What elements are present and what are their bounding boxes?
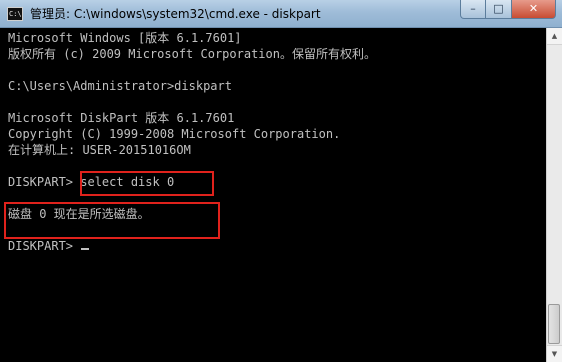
close-button[interactable]: ✕ (512, 0, 556, 19)
scroll-thumb[interactable] (548, 304, 560, 344)
command-highlight-box (80, 171, 214, 196)
result-highlight-box (4, 202, 220, 239)
console-line-copyright: 版权所有 (c) 2009 Microsoft Corporation。保留所有… (8, 47, 376, 61)
console-line-diskpart-copyright: Copyright (C) 1999-2008 Microsoft Corpor… (8, 127, 341, 141)
console-line-diskpart-command: C:\Users\Administrator>diskpart (8, 79, 232, 93)
scroll-down-arrow-icon[interactable]: ▼ (547, 345, 562, 362)
scroll-up-arrow-icon[interactable]: ▲ (547, 28, 562, 45)
text-cursor (81, 248, 90, 250)
title-bar[interactable]: C:\ 管理员: C:\windows\system32\cmd.exe - d… (0, 0, 562, 28)
console-line-diskpart-version: Microsoft DiskPart 版本 6.1.7601 (8, 111, 235, 125)
console-line-windows-version: Microsoft Windows [版本 6.1.7601] (8, 31, 242, 45)
window-controls: – □ ✕ (460, 0, 556, 20)
diskpart-prompt: DISKPART> (8, 239, 81, 253)
console-prompt-line[interactable]: DISKPART> (8, 238, 546, 254)
window-title: 管理员: C:\windows\system32\cmd.exe - diskp… (30, 7, 321, 21)
console-line-computer-name: 在计算机上: USER-20151016OM (8, 143, 191, 157)
maximize-button[interactable]: □ (486, 0, 512, 19)
cmd-window: C:\ 管理员: C:\windows\system32\cmd.exe - d… (0, 0, 562, 362)
minimize-button[interactable]: – (460, 0, 486, 19)
vertical-scrollbar[interactable]: ▲ ▼ (546, 28, 562, 362)
cmd-app-icon[interactable]: C:\ (7, 7, 23, 21)
